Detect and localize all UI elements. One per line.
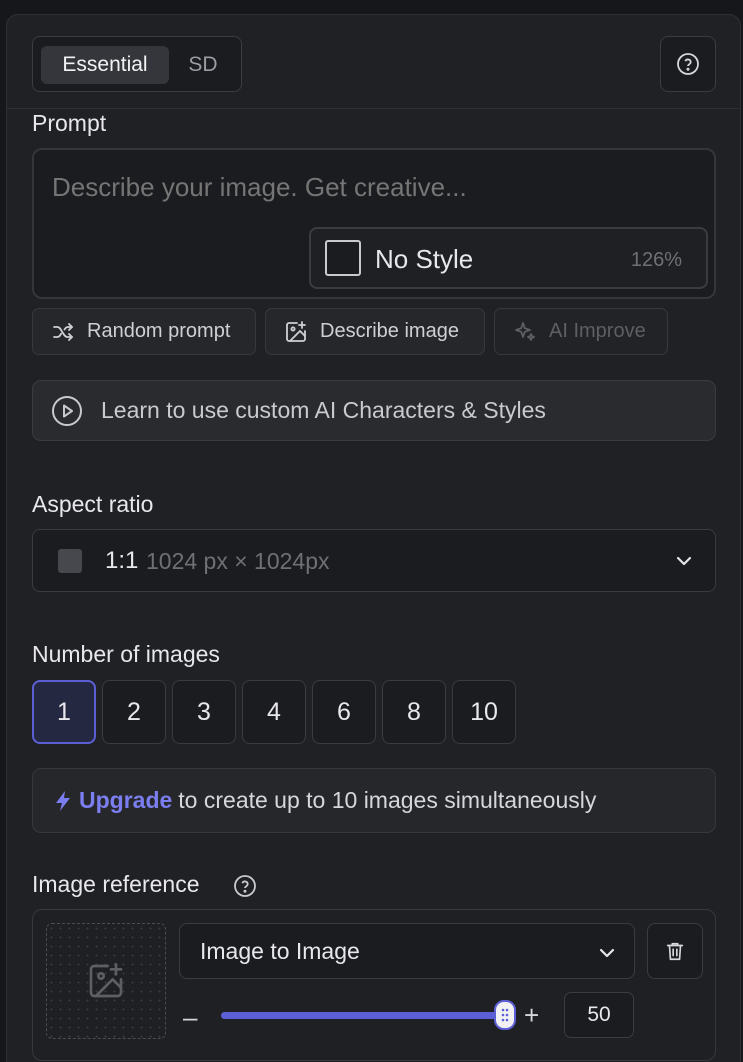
- image-reference-help-icon[interactable]: [233, 874, 257, 898]
- chevron-down-icon: [676, 556, 692, 566]
- aspect-ratio-label: Aspect ratio: [32, 491, 154, 517]
- header-divider: [7, 108, 740, 109]
- prompt-label: Prompt: [32, 110, 107, 136]
- learn-banner-text: Learn to use custom AI Characters & Styl…: [101, 397, 546, 423]
- aspect-ratio-swatch: [58, 549, 82, 573]
- ai-improve-label: AI Improve: [549, 320, 646, 342]
- aspect-ratio-select[interactable]: 1:1 1024 px × 1024px: [32, 529, 716, 592]
- images-option-2[interactable]: 2: [102, 680, 166, 744]
- strength-slider-fill: [221, 1012, 506, 1019]
- image-reference-box: Image to Image – + 50: [32, 909, 716, 1061]
- image-add-icon: [89, 963, 123, 998]
- upgrade-link[interactable]: Upgrade: [79, 787, 172, 814]
- generation-panel: Essential SD Prompt No Style 126% Random…: [6, 14, 741, 1062]
- reference-mode-select[interactable]: Image to Image: [179, 923, 635, 979]
- drag-handle-icon: [502, 1008, 509, 1022]
- strength-slider[interactable]: [221, 1000, 517, 1030]
- style-name: No Style: [375, 244, 474, 274]
- strength-decrease-button[interactable]: –: [183, 1002, 197, 1033]
- random-prompt-label: Random prompt: [87, 320, 231, 342]
- tab-essential[interactable]: Essential: [41, 46, 169, 84]
- chevron-down-icon: [599, 948, 615, 958]
- image-reference-label: Image reference: [32, 871, 200, 897]
- lightning-icon: [56, 790, 70, 811]
- ai-improve-button[interactable]: AI Improve: [494, 308, 668, 355]
- images-option-8[interactable]: 8: [382, 680, 446, 744]
- aspect-ratio-size: 1024 px × 1024px: [146, 548, 330, 574]
- mode-toggle: Essential SD: [32, 36, 242, 92]
- tab-sd[interactable]: SD: [173, 46, 233, 84]
- images-option-4[interactable]: 4: [242, 680, 306, 744]
- delete-reference-button[interactable]: [647, 923, 703, 979]
- strength-increase-button[interactable]: +: [524, 1000, 539, 1031]
- upgrade-banner: Upgrade to create up to 10 images simult…: [32, 768, 716, 833]
- image-upload-dropzone[interactable]: [46, 923, 166, 1039]
- random-prompt-button[interactable]: Random prompt: [32, 308, 256, 355]
- describe-image-button[interactable]: Describe image: [265, 308, 485, 355]
- strength-slider-thumb[interactable]: [494, 1000, 517, 1030]
- images-option-3[interactable]: 3: [172, 680, 236, 744]
- images-option-6[interactable]: 6: [312, 680, 376, 744]
- image-add-icon: [286, 320, 306, 342]
- style-selector[interactable]: No Style 126%: [309, 227, 708, 289]
- prompt-input[interactable]: [52, 172, 692, 203]
- style-thumbnail: [325, 240, 361, 276]
- upgrade-text: to create up to 10 images simultaneously: [178, 787, 597, 813]
- question-icon: [677, 53, 699, 75]
- images-option-10[interactable]: 10: [452, 680, 516, 744]
- style-strength: 126%: [630, 249, 682, 271]
- sparkle-icon: [515, 321, 535, 341]
- play-circle-icon: [52, 395, 82, 426]
- help-button[interactable]: [660, 36, 716, 92]
- strength-value[interactable]: 50: [564, 992, 634, 1038]
- reference-mode-value: Image to Image: [200, 938, 360, 964]
- learn-banner[interactable]: Learn to use custom AI Characters & Styl…: [32, 380, 716, 441]
- shuffle-icon: [53, 322, 73, 341]
- images-option-1[interactable]: 1: [32, 680, 96, 744]
- trash-icon: [666, 942, 684, 961]
- describe-image-label: Describe image: [320, 320, 459, 342]
- aspect-ratio-value: 1:1: [105, 547, 139, 574]
- number-of-images-label: Number of images: [32, 641, 220, 667]
- prompt-box: No Style 126%: [32, 148, 716, 299]
